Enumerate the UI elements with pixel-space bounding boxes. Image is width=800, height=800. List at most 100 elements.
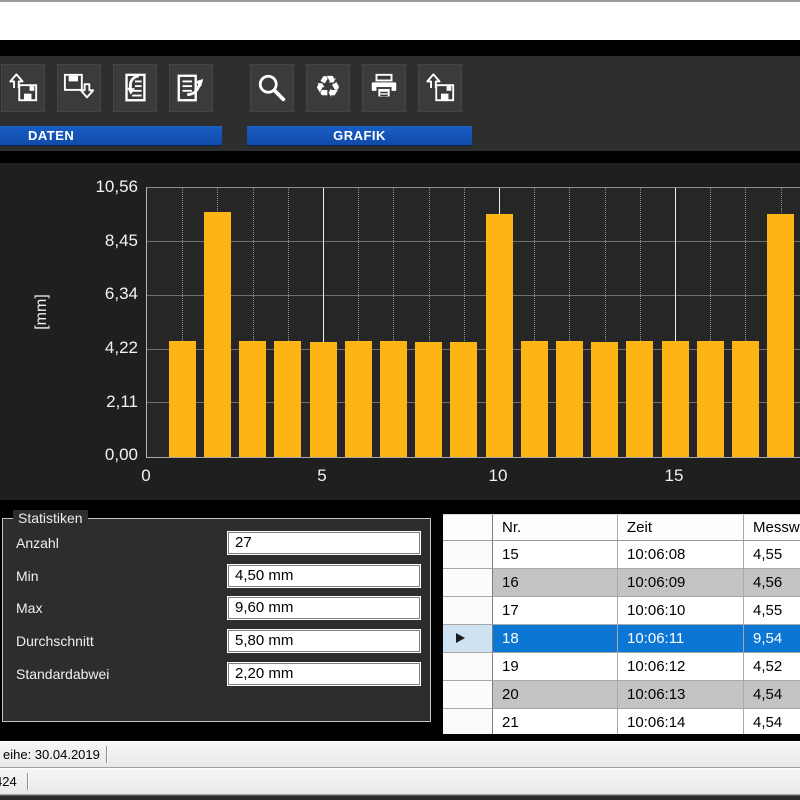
print-graphic-button[interactable]: [362, 64, 406, 112]
chart-bar: [697, 341, 724, 457]
chart-bar: [274, 341, 301, 457]
refresh-graphic-button[interactable]: ♻: [306, 64, 350, 112]
printer-icon: [368, 72, 400, 104]
column-header-zeit[interactable]: Zeit: [618, 515, 744, 541]
chart-bar: [310, 342, 337, 457]
cell-messwert[interactable]: 4,54: [744, 681, 800, 709]
chart-plot-area[interactable]: [146, 187, 800, 458]
import-data-button[interactable]: [113, 64, 157, 112]
table-row[interactable]: 16 10:06:09 4,56: [443, 569, 800, 597]
y-axis-label: [mm]: [33, 284, 51, 340]
row-header-cell[interactable]: [443, 541, 493, 569]
cell-zeit[interactable]: 10:06:11: [618, 625, 744, 653]
toolbar-group-grafik: GRAFIK: [247, 126, 472, 146]
cell-nr[interactable]: 16: [493, 569, 618, 597]
table-row[interactable]: 20 10:06:13 4,54: [443, 681, 800, 709]
chart-bar: [662, 341, 689, 457]
h-gridline: [147, 241, 800, 242]
table-row[interactable]: 17 10:06:10 4,55: [443, 597, 800, 625]
cell-zeit[interactable]: 10:06:10: [618, 597, 744, 625]
column-header-messwert[interactable]: Messwert: [744, 515, 800, 541]
table-row[interactable]: 19 10:06:12 4,52: [443, 653, 800, 681]
chart-bar: [415, 342, 442, 457]
cell-nr[interactable]: 20: [493, 681, 618, 709]
row-header-cell[interactable]: [443, 681, 493, 709]
export-data-button[interactable]: [169, 64, 213, 112]
save-graphic-button[interactable]: [418, 64, 462, 112]
window-bottom-edge: [0, 795, 800, 800]
statusbar-count-text: 424: [0, 769, 17, 794]
row-header-cell[interactable]: [443, 597, 493, 625]
cell-nr[interactable]: 21: [493, 709, 618, 734]
cell-messwert[interactable]: 4,55: [744, 597, 800, 625]
x-tick-label: 15: [652, 466, 696, 486]
cell-zeit[interactable]: 10:06:14: [618, 709, 744, 734]
load-data-button[interactable]: [1, 64, 45, 112]
measurement-table: Nr. Zeit Messwert 15 10:06:08 4,55 16 10…: [443, 514, 800, 734]
row-header-cell[interactable]: [443, 569, 493, 597]
x-tick-label: 10: [476, 466, 520, 486]
cell-zeit[interactable]: 10:06:12: [618, 653, 744, 681]
cell-zeit[interactable]: 10:06:08: [618, 541, 744, 569]
h-gridline: [147, 295, 800, 296]
statistics-title: Statistiken: [13, 510, 88, 527]
recycle-icon: ♻: [315, 73, 342, 103]
chart-bar: [732, 341, 759, 457]
cell-messwert[interactable]: 4,52: [744, 653, 800, 681]
cell-messwert[interactable]: 4,56: [744, 569, 800, 597]
x-tick-label: 5: [300, 466, 344, 486]
cell-nr[interactable]: 18: [493, 625, 618, 653]
chart-bar: [239, 341, 266, 457]
min-field[interactable]: 4,50 mm: [228, 565, 420, 587]
chart-bar: [345, 341, 372, 457]
cell-zeit[interactable]: 10:06:09: [618, 569, 744, 597]
toolbar-group-daten-label: DATEN: [28, 126, 74, 146]
cell-zeit[interactable]: 10:06:13: [618, 681, 744, 709]
table-row[interactable]: 15 10:06:08 4,55: [443, 541, 800, 569]
cell-messwert[interactable]: 9,54: [744, 625, 800, 653]
y-tick-label: 0,00: [58, 446, 138, 464]
cell-messwert[interactable]: 4,55: [744, 541, 800, 569]
chart-bar: [591, 342, 618, 457]
toolbar: ♻ DATEN GRAFIK: [0, 56, 800, 151]
standardabweichung-field[interactable]: 2,20 mm: [228, 663, 420, 685]
floppy-arrow-up-icon: [7, 72, 39, 104]
chart-bar: [486, 214, 513, 457]
y-tick-label: 8,45: [58, 232, 138, 250]
chart-bar: [626, 341, 653, 457]
zoom-graphic-button[interactable]: [250, 64, 294, 112]
y-tick-label: 6,34: [58, 285, 138, 303]
table-row[interactable]: 21 10:06:14 4,54: [443, 709, 800, 734]
document-arrow-in-icon: [119, 72, 151, 104]
table-row-selected[interactable]: 18 10:06:11 9,54: [443, 625, 800, 653]
row-header-cell[interactable]: [443, 709, 493, 734]
statusbar-1: eihe: 30.04.2019: [0, 741, 800, 768]
y-tick-label: 2,11: [58, 393, 138, 411]
max-field[interactable]: 9,60 mm: [228, 597, 420, 619]
min-label: Min: [16, 565, 39, 587]
anzahl-field[interactable]: 27: [228, 532, 420, 554]
magnifier-icon: [256, 72, 288, 104]
statusbar-separator: [27, 773, 29, 790]
column-header-nr[interactable]: Nr.: [493, 515, 618, 541]
chart-bar: [521, 341, 548, 457]
chart-bar: [767, 214, 794, 457]
cell-nr[interactable]: 17: [493, 597, 618, 625]
durchschnitt-field[interactable]: 5,80 mm: [228, 630, 420, 652]
standardabweichung-label: Standardabwei: [16, 663, 109, 685]
cell-messwert[interactable]: 4,54: [744, 709, 800, 734]
statusbar-separator: [106, 746, 108, 763]
floppy-arrow-up-icon: [424, 72, 456, 104]
save-data-button[interactable]: [57, 64, 101, 112]
cell-nr[interactable]: 19: [493, 653, 618, 681]
chart-panel: [mm] 0,00 2,11 4,22 6,34 8,45 10,56 0 5 …: [0, 163, 800, 500]
current-row-arrow-icon: [456, 633, 465, 643]
row-header-cell[interactable]: [443, 625, 493, 653]
chart-bar: [204, 212, 231, 457]
row-header-cell[interactable]: [443, 653, 493, 681]
cell-nr[interactable]: 15: [493, 541, 618, 569]
x-tick-label: 0: [124, 466, 168, 486]
toolbar-group-grafik-label: GRAFIK: [333, 128, 386, 143]
chart-bar: [556, 341, 583, 457]
chart-bar: [169, 341, 196, 457]
